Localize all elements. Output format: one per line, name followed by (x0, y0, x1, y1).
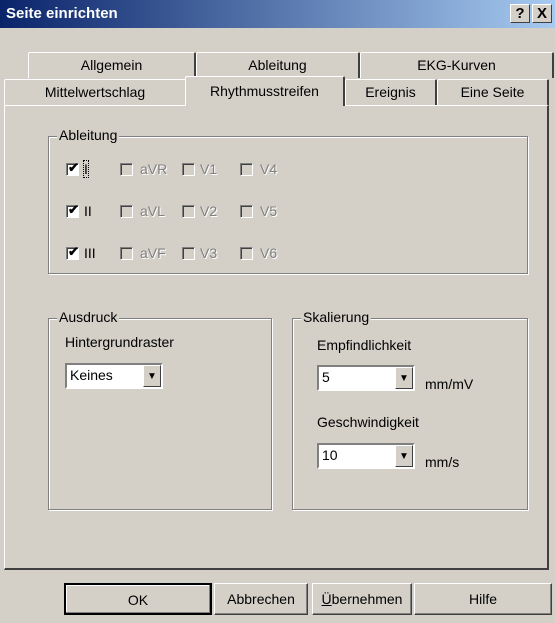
lead-checkbox (182, 205, 195, 218)
tab-label: Rhythmusstreifen (210, 83, 319, 99)
speed-label: Geschwindigkeit (317, 414, 419, 430)
apply-label: Übernehmen (322, 591, 403, 607)
cancel-label: Abbrechen (227, 591, 295, 607)
tab-label: Ereignis (365, 84, 416, 100)
lead-checkbox (120, 247, 133, 260)
tab-label: Ableitung (248, 57, 307, 73)
ok-label: OK (127, 592, 149, 608)
skalierung-legend: Skalierung (301, 309, 372, 325)
tab-ekg-kurven[interactable]: EKG-Kurven (360, 52, 554, 78)
lead-label: V6 (260, 245, 278, 261)
lead-label: III (84, 245, 96, 261)
tab-label: Mittelwertschlag (44, 84, 146, 100)
ausdruck-legend: Ausdruck (57, 309, 120, 325)
lead-checkbox[interactable]: ✔ (66, 244, 79, 260)
tab-eine-seite[interactable]: Eine Seite (437, 79, 549, 106)
sensitivity-label: Empfindlichkeit (317, 337, 412, 353)
check-icon: ✔ (68, 160, 79, 175)
check-icon: ✔ (68, 244, 79, 259)
lead-checkbox[interactable]: ✔ (66, 202, 79, 218)
lead-label: aVL (140, 203, 165, 219)
lead-checkbox (240, 247, 253, 260)
tab-label: Eine Seite (460, 84, 525, 100)
speed-select[interactable]: 10 ▼ (317, 443, 415, 469)
help-button[interactable]: Hilfe (414, 583, 552, 615)
lead-checkbox[interactable]: ✔ (66, 160, 79, 176)
chevron-down-icon[interactable]: ▼ (143, 365, 161, 387)
sensitivity-unit: mm/mV (425, 376, 474, 392)
lead-label: V5 (260, 203, 278, 219)
background-grid-label: Hintergrundraster (65, 334, 174, 350)
close-title-button[interactable]: X (532, 4, 552, 23)
sensitivity-value: 5 (322, 369, 330, 385)
tab-ereignis[interactable]: Ereignis (345, 79, 437, 106)
ausdruck-group: Ausdruck Hintergrundraster Keines ▼ (48, 309, 272, 510)
skalierung-group: Skalierung Empfindlichkeit 5 ▼ mm/mV Ges… (292, 309, 528, 510)
speed-value: 10 (322, 447, 338, 463)
check-icon: ✔ (68, 202, 79, 217)
lead-checkbox (182, 163, 195, 176)
speed-unit: mm/s (425, 454, 460, 470)
close-icon: X (536, 5, 547, 22)
lead-label: V3 (200, 245, 218, 261)
cancel-button[interactable]: Abbrechen (214, 583, 308, 615)
help-icon: ? (515, 5, 525, 22)
tab-ableitung[interactable]: Ableitung (196, 52, 360, 78)
tab-label: EKG-Kurven (417, 57, 496, 73)
ableitung-legend: Ableitung (57, 127, 120, 143)
apply-label-rest: bernehmen (331, 591, 403, 607)
window-title: Seite einrichten (6, 5, 118, 22)
help-title-button[interactable]: ? (510, 4, 530, 23)
lead-checkbox (182, 247, 195, 260)
lead-label: I (83, 160, 89, 178)
chevron-down-icon[interactable]: ▼ (395, 367, 413, 389)
lead-label: II (84, 203, 92, 219)
lead-label: V4 (260, 161, 278, 177)
chevron-down-icon[interactable]: ▼ (395, 445, 413, 467)
lead-label: aVR (140, 161, 168, 177)
tab-label: Allgemein (80, 57, 143, 73)
lead-label: aVF (140, 245, 166, 261)
lead-label: V1 (200, 161, 218, 177)
lead-label: V2 (200, 203, 218, 219)
tab-rhythmusstreifen[interactable]: Rhythmusstreifen (185, 76, 345, 106)
title-bar: Seite einrichten ? X (0, 0, 555, 28)
tab-mittelwertschlag[interactable]: Mittelwertschlag (4, 79, 187, 106)
background-grid-select[interactable]: Keines ▼ (65, 363, 163, 389)
sensitivity-select[interactable]: 5 ▼ (317, 365, 415, 391)
lead-checkbox (240, 205, 253, 218)
lead-checkbox (240, 163, 253, 176)
background-grid-value: Keines (70, 367, 113, 383)
apply-button[interactable]: Übernehmen (312, 583, 412, 615)
tab-allgemein[interactable]: Allgemein (28, 52, 196, 78)
page-setup-dialog: Seite einrichten ? X Allgemein Ableitung… (0, 0, 555, 623)
help-label: Hilfe (468, 591, 497, 607)
apply-mnemonic: Ü (321, 591, 332, 607)
lead-checkbox (120, 163, 133, 176)
ok-button[interactable]: OK (64, 583, 212, 615)
lead-checkbox (120, 205, 133, 218)
